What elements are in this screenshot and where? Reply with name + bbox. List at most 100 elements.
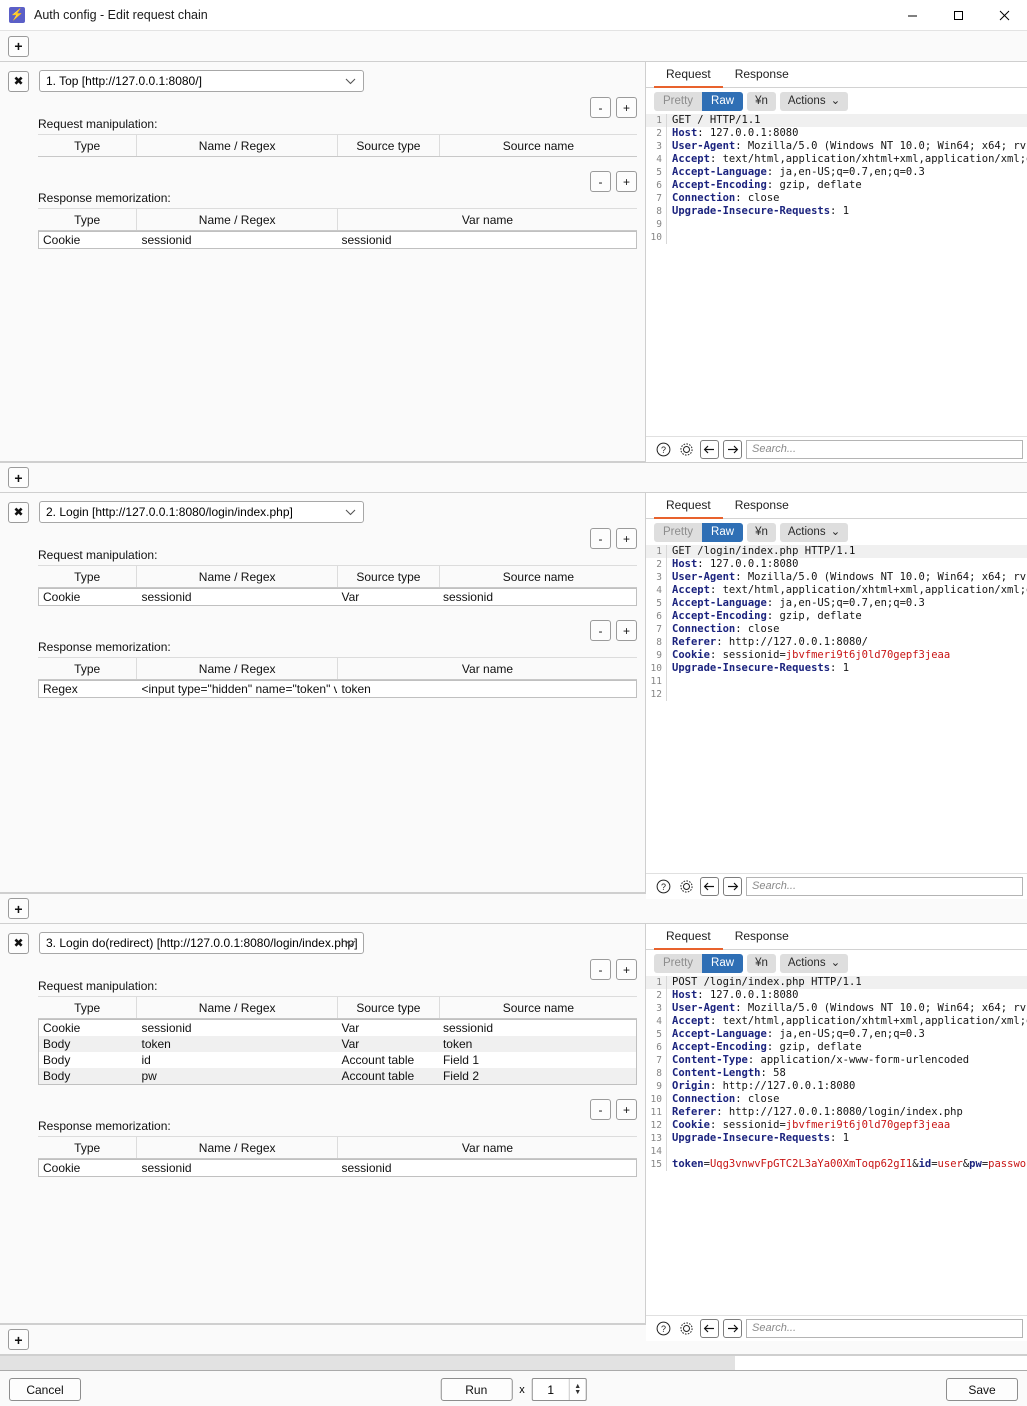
arrow-right-icon[interactable] xyxy=(723,1319,742,1338)
pretty-button[interactable]: Pretty xyxy=(654,91,703,111)
tab-response[interactable]: Response xyxy=(723,924,801,950)
gear-icon[interactable] xyxy=(677,440,696,459)
chain-step-select[interactable]: 3. Login do(redirect) [http://127.0.0.1:… xyxy=(39,932,364,954)
gear-icon[interactable] xyxy=(677,1319,696,1338)
chain-step-select-value: 1. Top [http://127.0.0.1:8080/] xyxy=(46,74,202,88)
remove-chain-step-button[interactable]: ✖ xyxy=(8,932,29,954)
request-manipulation-column-header: Source name xyxy=(439,996,637,1019)
code-line: 3 User-Agent: Mozilla/5.0 (Windows NT 10.… xyxy=(646,571,1027,584)
tab-request[interactable]: Request xyxy=(654,924,723,950)
request-code-area[interactable]: 1 GET /login/index.php HTTP/1.1 2 Host: 127… xyxy=(646,545,1027,873)
table-row[interactable]: Cookie sessionid Var sessionid xyxy=(39,1020,636,1036)
run-count-stepper[interactable]: 1 ▲ ▼ xyxy=(531,1378,587,1401)
table-cell: Regex xyxy=(43,682,78,696)
arrow-right-icon[interactable] xyxy=(723,877,742,896)
response-memorization-remove-row-button[interactable]: - xyxy=(590,171,611,192)
table-row[interactable]: Cookie sessionid Var sessionid xyxy=(39,589,636,605)
table-row[interactable]: Body pw Account table Field 2 xyxy=(39,1068,636,1084)
close-icon[interactable] xyxy=(981,0,1027,31)
request-manipulation-add-row-button[interactable]: + xyxy=(616,959,637,980)
request-manipulation-add-row-button[interactable]: + xyxy=(616,97,637,118)
code-line: 10 Upgrade-Insecure-Requests: 1 xyxy=(646,662,1027,675)
code-token: Host xyxy=(672,989,698,1001)
code-token: : text/html,application/xhtml+xml,applic… xyxy=(709,153,1027,165)
code-token: : 1 xyxy=(830,662,850,674)
actions-button[interactable]: Actions ⌄ xyxy=(779,91,849,111)
remove-chain-step-button[interactable]: ✖ xyxy=(8,501,29,523)
add-chain-step-button[interactable]: + xyxy=(8,1329,29,1350)
pretty-button[interactable]: Pretty xyxy=(654,522,703,542)
request-code-area[interactable]: 1 POST /login/index.php HTTP/1.1 2 Host: 12… xyxy=(646,976,1027,1315)
actions-button[interactable]: Actions ⌄ xyxy=(779,522,849,542)
tab-response[interactable]: Response xyxy=(723,62,801,88)
search-input[interactable]: Search... xyxy=(746,440,1023,459)
raw-button[interactable]: Raw xyxy=(702,522,744,542)
response-memorization-add-row-button[interactable]: + xyxy=(616,620,637,641)
horizontal-scrollbar[interactable] xyxy=(0,1355,1027,1371)
code-line: 2 Host: 127.0.0.1:8080 xyxy=(646,127,1027,140)
table-row[interactable]: Regex <input type="hidden" name="token" v… xyxy=(39,681,636,697)
gear-icon[interactable] xyxy=(677,877,696,896)
question-circle-icon[interactable]: ? xyxy=(654,1319,673,1338)
save-button[interactable]: Save xyxy=(946,1378,1018,1401)
request-manipulation-add-row-button[interactable]: + xyxy=(616,528,637,549)
table-row[interactable]: Body id Account table Field 1 xyxy=(39,1052,636,1068)
response-memorization-remove-row-button[interactable]: - xyxy=(590,620,611,641)
actions-button[interactable]: Actions ⌄ xyxy=(779,953,849,973)
arrow-left-icon[interactable] xyxy=(700,440,719,459)
line-content xyxy=(666,688,1027,701)
arrow-right-icon[interactable] xyxy=(723,440,742,459)
request-manipulation-row-buttons: - + xyxy=(590,528,637,549)
table-cell: id xyxy=(141,1053,151,1067)
chain-step-select[interactable]: 1. Top [http://127.0.0.1:8080/] xyxy=(39,70,364,92)
chain-step-1: ✖ 1. Top [http://127.0.0.1:8080/] Request … xyxy=(0,62,1027,462)
tab-request[interactable]: Request xyxy=(654,493,723,519)
request-code-area[interactable]: 1 GET / HTTP/1.1 2 Host: 127.0.0.1:8080 3 Use… xyxy=(646,114,1027,436)
response-memorization-add-row-button[interactable]: + xyxy=(616,1099,637,1120)
table-cell: token xyxy=(141,1037,171,1051)
viewer-toolbar: Pretty Raw ¥n Actions ⌄ xyxy=(646,950,1027,976)
run-count-value[interactable]: 1 xyxy=(533,1383,569,1397)
tab-response[interactable]: Response xyxy=(723,493,801,519)
table-cell: sessionid xyxy=(341,233,392,247)
chain-step-config-3: ✖ 3. Login do(redirect) [http://127.0.0.1… xyxy=(0,924,645,1323)
newline-button[interactable]: ¥n xyxy=(747,522,776,542)
cancel-button[interactable]: Cancel xyxy=(9,1378,81,1401)
table-row[interactable]: Cookie sessionid sessionid xyxy=(39,1160,636,1176)
newline-button[interactable]: ¥n xyxy=(747,91,776,111)
response-memorization-row-buttons: - + xyxy=(590,620,637,641)
response-memorization-add-row-button[interactable]: + xyxy=(616,171,637,192)
line-number: 3 xyxy=(656,1003,662,1014)
table-cell: Field 2 xyxy=(442,1069,479,1083)
search-input[interactable]: Search... xyxy=(746,1319,1023,1338)
newline-button[interactable]: ¥n xyxy=(747,953,776,973)
pretty-button[interactable]: Pretty xyxy=(654,953,703,973)
remove-chain-step-button[interactable]: ✖ xyxy=(8,70,29,92)
chain-step-config-1: ✖ 1. Top [http://127.0.0.1:8080/] Request … xyxy=(0,62,645,461)
table-row[interactable]: Cookie sessionid sessionid xyxy=(39,232,636,248)
response-memorization-remove-row-button[interactable]: - xyxy=(590,1099,611,1120)
question-circle-icon[interactable]: ? xyxy=(654,440,673,459)
run-button[interactable]: Run xyxy=(440,1378,513,1401)
line-content: Content-Length: 58 xyxy=(666,1067,1027,1080)
question-circle-icon[interactable]: ? xyxy=(654,877,673,896)
chain-step-select[interactable]: 2. Login [http://127.0.0.1:8080/login/in… xyxy=(39,501,364,523)
stepper-arrows-icon[interactable]: ▲ ▼ xyxy=(568,1379,586,1400)
add-chain-step-button[interactable]: + xyxy=(8,898,29,919)
table-row[interactable]: Body token Var token xyxy=(39,1036,636,1052)
add-chain-step-button[interactable]: + xyxy=(8,35,29,57)
raw-button[interactable]: Raw xyxy=(702,91,744,111)
add-chain-step-button[interactable]: + xyxy=(8,467,29,488)
request-manipulation-body: Cookie sessionid Var sessionid Body token Var t… xyxy=(38,1019,637,1085)
request-manipulation-remove-row-button[interactable]: - xyxy=(590,97,611,118)
maximize-icon[interactable] xyxy=(935,0,981,31)
search-input[interactable]: Search... xyxy=(746,877,1023,896)
minimize-icon[interactable] xyxy=(889,0,935,31)
request-manipulation-remove-row-button[interactable]: - xyxy=(590,528,611,549)
raw-button[interactable]: Raw xyxy=(702,953,744,973)
arrow-left-icon[interactable] xyxy=(700,1319,719,1338)
request-manipulation-remove-row-button[interactable]: - xyxy=(590,959,611,980)
arrow-left-icon[interactable] xyxy=(700,877,719,896)
tab-request[interactable]: Request xyxy=(654,62,723,88)
horizontal-scrollbar-thumb[interactable] xyxy=(0,1356,735,1371)
